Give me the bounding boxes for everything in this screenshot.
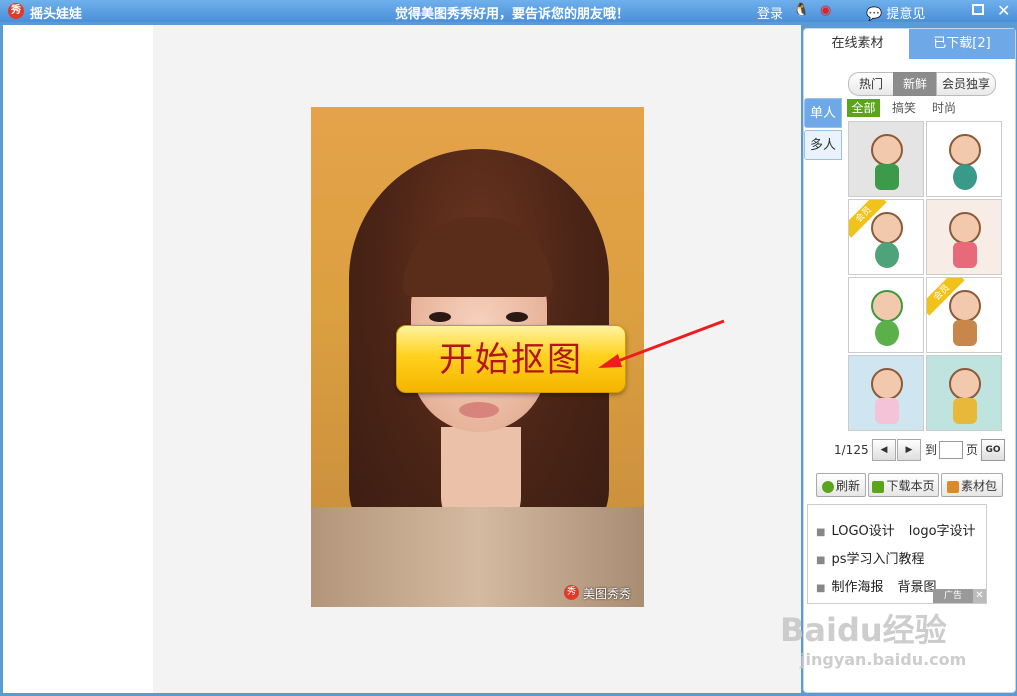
ad-link-row: ■ ps学习入门教程 [816, 548, 924, 567]
download-page-label: 下载本页 [886, 479, 935, 493]
page-label: 页 [966, 443, 979, 457]
subfilter-all[interactable]: 全部 [847, 99, 880, 117]
qq-icon[interactable]: 🐧 [793, 3, 809, 18]
package-label: 素材包 [960, 479, 997, 493]
ad-link-row: ■ 制作海报 背景图 [816, 576, 936, 595]
ad-link[interactable]: 制作海报 [831, 580, 883, 595]
material-thumb[interactable] [926, 199, 1002, 275]
filter-new[interactable]: 新鲜 [893, 72, 937, 96]
baby-face-shape [949, 290, 981, 322]
baby-face-shape [871, 212, 903, 244]
tab-downloaded[interactable]: 已下载[2] [909, 29, 1015, 59]
left-panel [3, 25, 154, 693]
page-number-input[interactable] [939, 441, 963, 459]
red-arrow-annotation [598, 319, 725, 368]
figure-body-shape [953, 164, 977, 190]
baby-face-shape [871, 134, 903, 166]
filter-vip[interactable]: 会员独享 [936, 72, 996, 96]
figure-body-shape [875, 242, 899, 268]
refresh-button[interactable]: 刷新 [816, 473, 866, 497]
feedback-label: 提意见 [886, 7, 926, 22]
ad-link[interactable]: LOGO设计 [831, 524, 894, 539]
prev-page-button[interactable]: ◀ [872, 439, 896, 461]
ad-label: 广告 [933, 589, 973, 603]
baby-face-shape [949, 212, 981, 244]
material-pack-button[interactable]: 素材包 [941, 473, 1003, 497]
lips-shape [459, 402, 499, 418]
login-link[interactable]: 登录 [757, 3, 783, 22]
close-icon[interactable]: ✕ [997, 1, 1010, 20]
bullet-icon: ■ [816, 527, 826, 538]
ad-box: ■ LOGO设计 logo字设计 ■ ps学习入门教程 ■ 制作海报 背景图 广告 ✕ [807, 504, 987, 604]
side-tab-multi[interactable]: 多人 [804, 130, 842, 160]
material-grid: 会员 会员 [848, 121, 1004, 433]
ad-link[interactable]: 背景图 [897, 580, 936, 595]
figure-body-shape [875, 320, 899, 346]
ad-link[interactable]: logo字设计 [909, 524, 976, 539]
maximize-icon[interactable] [972, 4, 984, 15]
tab-online-materials[interactable]: 在线素材 [806, 29, 909, 59]
title-bar: 秀 摇头娃娃 觉得美图秀秀好用，要告诉您的朋友哦！ 登录 🐧 ◉ 💬 提意见 ✕ [0, 0, 1017, 22]
ad-link-row: ■ LOGO设计 logo字设计 [816, 520, 976, 539]
baby-face-shape [871, 368, 903, 400]
figure-body-shape [875, 164, 899, 190]
start-cutout-button[interactable]: 开始抠图 [396, 325, 626, 393]
subfilter-funny[interactable]: 搞笑 [892, 99, 916, 117]
material-thumb[interactable] [848, 277, 924, 353]
bullet-icon: ■ [816, 583, 826, 594]
subfilter-fashion[interactable]: 时尚 [932, 99, 956, 117]
material-thumb[interactable] [848, 355, 924, 431]
feedback-link[interactable]: 💬 提意见 [866, 3, 925, 22]
slogan-text: 觉得美图秀秀好用，要告诉您的朋友哦！ [395, 7, 630, 22]
baidu-watermark: Baidu经验 [780, 611, 947, 649]
figure-body-shape [875, 398, 899, 424]
left-eye [429, 312, 451, 322]
refresh-icon [821, 480, 834, 493]
ad-close-icon[interactable]: ✕ [973, 589, 986, 603]
material-thumb[interactable] [926, 355, 1002, 431]
figure-body-shape [953, 320, 977, 346]
bullet-icon: ■ [816, 555, 826, 566]
app-title: 摇头娃娃 [30, 7, 83, 22]
material-thumb[interactable]: 会员 [848, 199, 924, 275]
weibo-icon[interactable]: ◉ [820, 3, 831, 18]
go-button[interactable]: GO [981, 439, 1005, 461]
download-icon [872, 480, 885, 493]
baby-face-shape [871, 290, 903, 322]
material-thumb[interactable] [926, 121, 1002, 197]
right-eye [506, 312, 528, 322]
filter-hot[interactable]: 热门 [848, 72, 894, 96]
next-page-button[interactable]: ▶ [897, 439, 921, 461]
side-tab-single[interactable]: 单人 [804, 98, 842, 128]
figure-body-shape [953, 242, 977, 268]
goto-label: 到 [925, 443, 938, 457]
page-count: 1/125 [834, 443, 869, 457]
material-panel: 在线素材 已下载[2] 热门 新鲜 会员独享 全部 搞笑 时尚 单人 多人 会员 [803, 28, 1016, 693]
app-logo-icon: 秀 [8, 3, 24, 19]
watermark-logo-icon: 秀 [564, 585, 579, 600]
baidu-watermark-url: jingyan.baidu.com [800, 650, 967, 669]
figure-body-shape [953, 398, 977, 424]
baby-face-shape [949, 134, 981, 166]
package-icon [946, 480, 959, 493]
material-thumb[interactable] [848, 121, 924, 197]
refresh-label: 刷新 [835, 479, 860, 493]
download-page-button[interactable]: 下载本页 [868, 473, 939, 497]
baby-face-shape [949, 368, 981, 400]
watermark-text: 美图秀秀 [583, 587, 632, 601]
material-thumb[interactable]: 会员 [926, 277, 1002, 353]
ad-link[interactable]: ps学习入门教程 [831, 552, 924, 567]
